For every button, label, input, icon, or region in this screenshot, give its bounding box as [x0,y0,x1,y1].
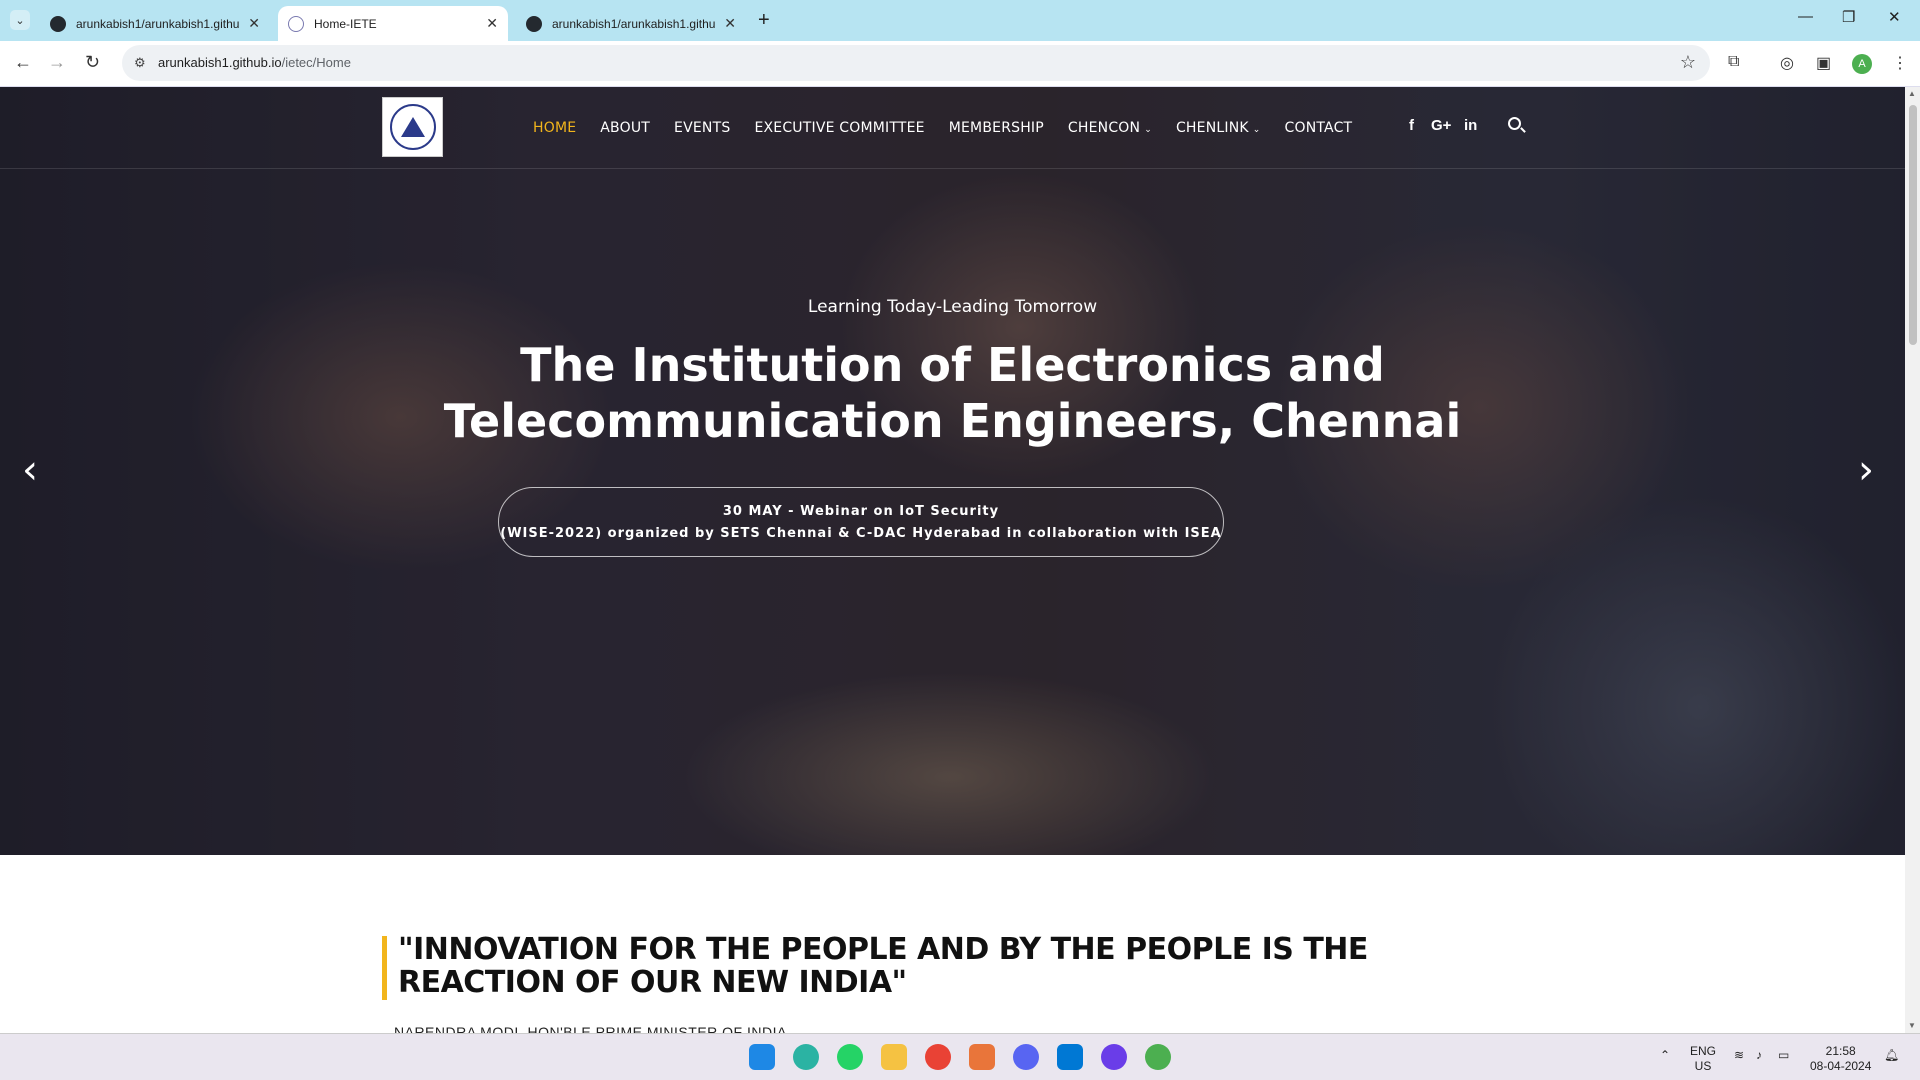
iete-logo[interactable] [382,97,443,157]
page-viewport: HOME ABOUT EVENTS EXECUTIVE COMMITTEE ME… [0,87,1905,1033]
discord-icon[interactable] [1013,1044,1039,1070]
iete-favicon-icon [288,15,304,32]
lang-region: US [1694,1059,1712,1073]
hero-banner: HOME ABOUT EVENTS EXECUTIVE COMMITTEE ME… [0,87,1905,855]
browser-menu-icon[interactable]: ⋮ [1892,53,1908,73]
whatsapp-icon[interactable] [837,1044,863,1070]
page-scrollbar[interactable]: ▲ ▼ [1905,87,1920,1033]
main-menu: HOME ABOUT EVENTS EXECUTIVE COMMITTEE ME… [533,120,1376,136]
hero-overlay [0,87,1905,855]
notification-bell-icon[interactable]: 🔔︎ [1884,1048,1899,1063]
url-text[interactable]: arunkabish1.github.io/ietec/Home [158,55,351,70]
linkedin-icon[interactable]: in [1464,117,1477,134]
scroll-thumb[interactable] [1909,105,1917,345]
reload-button[interactable]: ↻ [85,52,100,73]
chevron-down-icon: ⌄ [1144,125,1152,135]
windows-start-icon[interactable] [749,1044,775,1070]
nav-executive-committee[interactable]: EXECUTIVE COMMITTEE [754,120,924,136]
extensions-icon[interactable]: ⧉ [1728,53,1739,71]
eye-app-icon[interactable] [1101,1044,1127,1070]
wifi-icon[interactable]: ≋ [1734,1048,1744,1063]
logo-emblem [389,104,436,150]
close-icon[interactable]: ✕ [724,15,736,32]
tab-strip: ⌄ arunkabish1/arunkabish1.githu ✕ Home-I… [0,0,1920,41]
bookmark-star-icon[interactable]: ☆ [1680,52,1696,73]
logo-triangle [400,117,425,137]
tab-title: Home-IETE [314,16,377,31]
back-button[interactable]: ← [14,52,32,73]
language-indicator[interactable]: ENG US [1690,1044,1716,1074]
lang-code: ENG [1690,1044,1717,1058]
site-header: HOME ABOUT EVENTS EXECUTIVE COMMITTEE ME… [0,87,1905,169]
nav-membership[interactable]: MEMBERSHIP [949,120,1044,136]
taskbar: ⌃ ENG US ≋ ♪ ▭ 21:58 08-04-2024 🔔︎ [0,1033,1920,1080]
search-icon[interactable] [1508,117,1521,130]
clock-time: 21:58 [1825,1044,1856,1058]
facebook-icon[interactable]: f [1409,117,1414,134]
nav-chencon-label: CHENCON [1067,120,1141,136]
volume-icon[interactable]: ♪ [1756,1048,1762,1063]
github-icon [50,15,66,32]
clock[interactable]: 21:58 08-04-2024 [1810,1044,1871,1074]
news-line-2: (WISE-2022) organized by SETS Chennai & … [500,526,1222,541]
nav-about[interactable]: ABOUT [600,120,650,136]
forward-button[interactable]: → [48,52,66,73]
nav-home[interactable]: HOME [533,120,576,136]
show-hidden-icons-chevron-icon[interactable]: ⌃ [1660,1048,1670,1063]
clock-date: 08-04-2024 [1810,1059,1872,1073]
profile-avatar[interactable]: A [1852,54,1872,74]
restore-button[interactable]: ❐ [1842,8,1855,26]
quote-text: "INNOVATION FOR THE PEOPLE AND BY THE PE… [398,932,1368,1000]
close-icon[interactable]: ✕ [248,15,260,32]
hero-tagline: Learning Today-Leading Tomorrow [807,297,1098,317]
file-explorer-icon[interactable] [881,1044,907,1070]
tab-github-2[interactable]: arunkabish1/arunkabish1.githu ✕ [516,6,746,41]
site-info-icon[interactable]: ⚙ [134,55,146,71]
tab-title: arunkabish1/arunkabish1.githu [76,16,240,31]
chevron-down-icon: ⌄ [1252,125,1261,135]
address-bar[interactable]: ⚙ arunkabish1.github.io/ietec/Home ☆ [122,45,1710,81]
minimize-button[interactable]: — [1798,8,1813,25]
carousel-next-arrow-icon[interactable]: › [1858,447,1874,493]
quote-author: NARENDRA MODI, HON'BLE PRIME MINISTER OF… [394,1024,787,1033]
url-path: /ietec/Home [281,55,351,70]
nav-chencon-dropdown[interactable]: CHENCON ⌄ [1068,120,1152,136]
nav-chenlink-dropdown[interactable]: CHENLINK ⌄ [1176,120,1261,136]
nav-contact[interactable]: CONTACT [1285,120,1353,136]
carousel-prev-arrow-icon[interactable]: ‹ [22,447,38,493]
edge-icon[interactable] [793,1044,819,1070]
battery-icon[interactable]: ▭ [1778,1048,1789,1063]
tab-search-menu-button[interactable]: ⌄ [10,10,30,30]
scroll-down-icon[interactable]: ▼ [1908,1021,1916,1030]
extension-icon[interactable]: ◎ [1780,53,1794,73]
quote-accent-bar [382,936,387,1000]
tab-home-iete[interactable]: Home-IETE ✕ [278,6,508,41]
scroll-up-icon[interactable]: ▲ [1908,89,1916,98]
tab-title: arunkabish1/arunkabish1.githu [552,16,716,31]
google-plus-icon[interactable]: G+ [1431,117,1451,134]
hero-title-line-1: The Institution of Electronics and [520,338,1385,392]
nav-chenlink-label: CHENLINK [1175,120,1249,136]
close-icon[interactable]: ✕ [486,15,498,32]
hero-title-line-2: Telecommunication Engineers, Chennai [443,394,1462,448]
github-icon [526,15,542,32]
browser-toolbar: ← → ↻ ⚙ arunkabish1.github.io/ietec/Home… [0,41,1920,87]
news-announcement[interactable]: 30 MAY - Webinar on IoT Security (WISE-2… [498,487,1224,557]
chrome-profile-icon[interactable] [1145,1044,1171,1070]
side-panel-icon[interactable]: ▣ [1816,53,1831,73]
vscode-icon[interactable] [1057,1044,1083,1070]
url-host: arunkabish1.github.io [158,55,282,70]
new-tab-button[interactable]: + [758,9,770,32]
nav-events[interactable]: EVENTS [674,120,730,136]
news-line-1: 30 MAY - Webinar on IoT Security [722,504,1000,519]
tab-github-1[interactable]: arunkabish1/arunkabish1.githu ✕ [40,6,270,41]
chrome-icon[interactable] [925,1044,951,1070]
window-close-button[interactable]: ✕ [1888,8,1901,26]
app-icon[interactable] [969,1044,995,1070]
hero-title: The Institution of Electronics and Telec… [0,337,1905,449]
